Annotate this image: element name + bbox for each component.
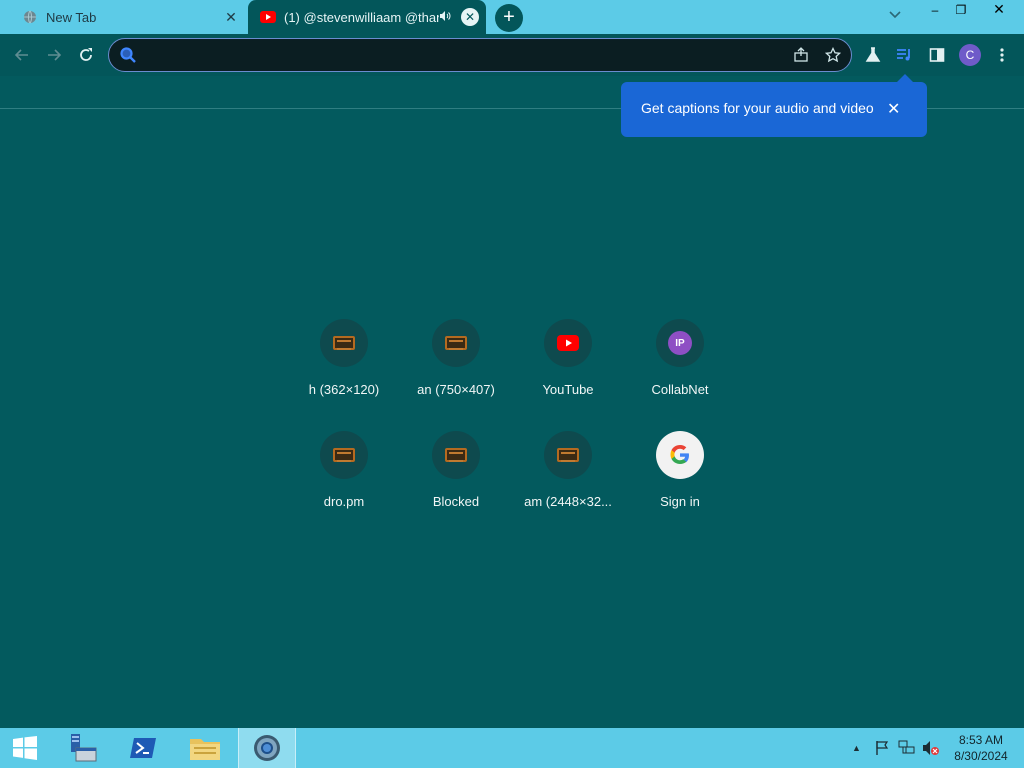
ip-icon: IP bbox=[656, 319, 704, 367]
shortcut-label: am (2448×32... bbox=[524, 494, 612, 509]
speaker-icon[interactable] bbox=[439, 10, 451, 25]
search-icon bbox=[119, 46, 137, 64]
shortcut-label: Sign in bbox=[660, 494, 700, 509]
tab-title: (1) @stevenwilliaam @thanyaporn__oat bbox=[284, 9, 439, 25]
media-control-icon[interactable] bbox=[893, 43, 917, 67]
google-icon bbox=[656, 431, 704, 479]
shortcut-label: an (750×407) bbox=[417, 382, 495, 397]
omnibox-input[interactable] bbox=[145, 45, 785, 65]
system-clock[interactable]: 8:53 AM 8/30/2024 bbox=[950, 732, 1012, 764]
shortcut-label: YouTube bbox=[542, 382, 594, 397]
tray-overflow-icon[interactable]: ▲ bbox=[852, 743, 861, 753]
menu-kebab-icon[interactable] bbox=[990, 43, 1014, 67]
maximize-button[interactable]: ❐ bbox=[948, 0, 974, 19]
window-controls: – ❐ ✕ bbox=[922, 0, 1024, 19]
ip-badge: IP bbox=[668, 331, 692, 355]
bubble-text: Get captions for your audio and video bbox=[641, 100, 874, 116]
close-icon[interactable]: ✕ bbox=[887, 99, 900, 119]
taskbar: ▲ 8:53 AM 8/30/2024 bbox=[0, 728, 1024, 768]
thumbnail-icon bbox=[320, 431, 368, 479]
flag-icon[interactable] bbox=[874, 740, 890, 759]
reload-icon[interactable] bbox=[74, 43, 98, 67]
shortcut-tile[interactable]: am (2448×32... bbox=[513, 431, 623, 531]
thumbnail-icon bbox=[320, 319, 368, 367]
tab-youtube[interactable]: (1) @stevenwilliaam @thanyaporn__oat ✕ bbox=[248, 0, 486, 34]
tab-strip: New Tab ✕ (1) @stevenwilliaam @thanyapor… bbox=[0, 0, 1024, 34]
shortcut-tile[interactable]: Sign in bbox=[625, 431, 735, 531]
side-panel-icon[interactable] bbox=[925, 43, 949, 67]
close-window-button[interactable]: ✕ bbox=[974, 0, 1024, 19]
forward-arrow-icon[interactable] bbox=[42, 43, 66, 67]
windows-start-icon[interactable] bbox=[4, 728, 46, 768]
clock-time: 8:53 AM bbox=[958, 733, 1004, 747]
shortcut-label: Blocked bbox=[432, 494, 480, 509]
chrome-taskbar-icon[interactable] bbox=[238, 728, 296, 768]
shortcut-tile[interactable]: dro.pm bbox=[289, 431, 399, 531]
bubble-arrow bbox=[897, 74, 913, 82]
shortcut-tile[interactable]: an (750×407) bbox=[401, 319, 511, 419]
youtube-icon bbox=[260, 9, 276, 25]
shortcut-tile[interactable]: h (362×120) bbox=[289, 319, 399, 419]
speaker-muted-icon[interactable] bbox=[922, 740, 940, 759]
close-icon[interactable]: ✕ bbox=[222, 8, 240, 26]
shortcut-label: h (362×120) bbox=[308, 382, 380, 397]
thumbnail-icon bbox=[432, 319, 480, 367]
server-manager-icon[interactable] bbox=[58, 728, 104, 768]
shortcut-tile[interactable]: YouTube bbox=[513, 319, 623, 419]
globe-icon bbox=[22, 9, 38, 25]
toolbar: C bbox=[0, 34, 1024, 76]
youtube-icon bbox=[544, 319, 592, 367]
file-explorer-icon[interactable] bbox=[182, 728, 228, 768]
star-icon[interactable] bbox=[823, 45, 843, 65]
close-icon[interactable]: ✕ bbox=[461, 8, 479, 26]
clock-date: 8/30/2024 bbox=[954, 749, 1008, 763]
shortcut-tile[interactable]: Blocked bbox=[401, 431, 511, 531]
minimize-button[interactable]: – bbox=[922, 0, 948, 19]
tab-title: New Tab bbox=[46, 9, 97, 25]
chevron-down-icon[interactable] bbox=[888, 7, 902, 23]
share-icon[interactable] bbox=[791, 45, 811, 65]
thumbnail-icon bbox=[432, 431, 480, 479]
back-arrow-icon[interactable] bbox=[10, 43, 34, 67]
tab-new-tab[interactable]: New Tab ✕ bbox=[10, 0, 246, 34]
profile-avatar[interactable]: C bbox=[959, 44, 981, 66]
captions-promo-bubble: Get captions for your audio and video ✕ bbox=[621, 74, 927, 137]
labs-flask-icon[interactable] bbox=[861, 43, 885, 67]
thumbnail-icon bbox=[544, 431, 592, 479]
new-tab-button[interactable]: + bbox=[495, 4, 523, 32]
shortcut-tile[interactable]: IP CollabNet bbox=[625, 319, 735, 419]
shortcut-label: dro.pm bbox=[323, 494, 365, 509]
address-bar[interactable] bbox=[108, 38, 852, 72]
network-icon[interactable] bbox=[898, 740, 916, 759]
powershell-icon[interactable] bbox=[120, 728, 166, 768]
shortcut-label: CollabNet bbox=[651, 382, 709, 397]
